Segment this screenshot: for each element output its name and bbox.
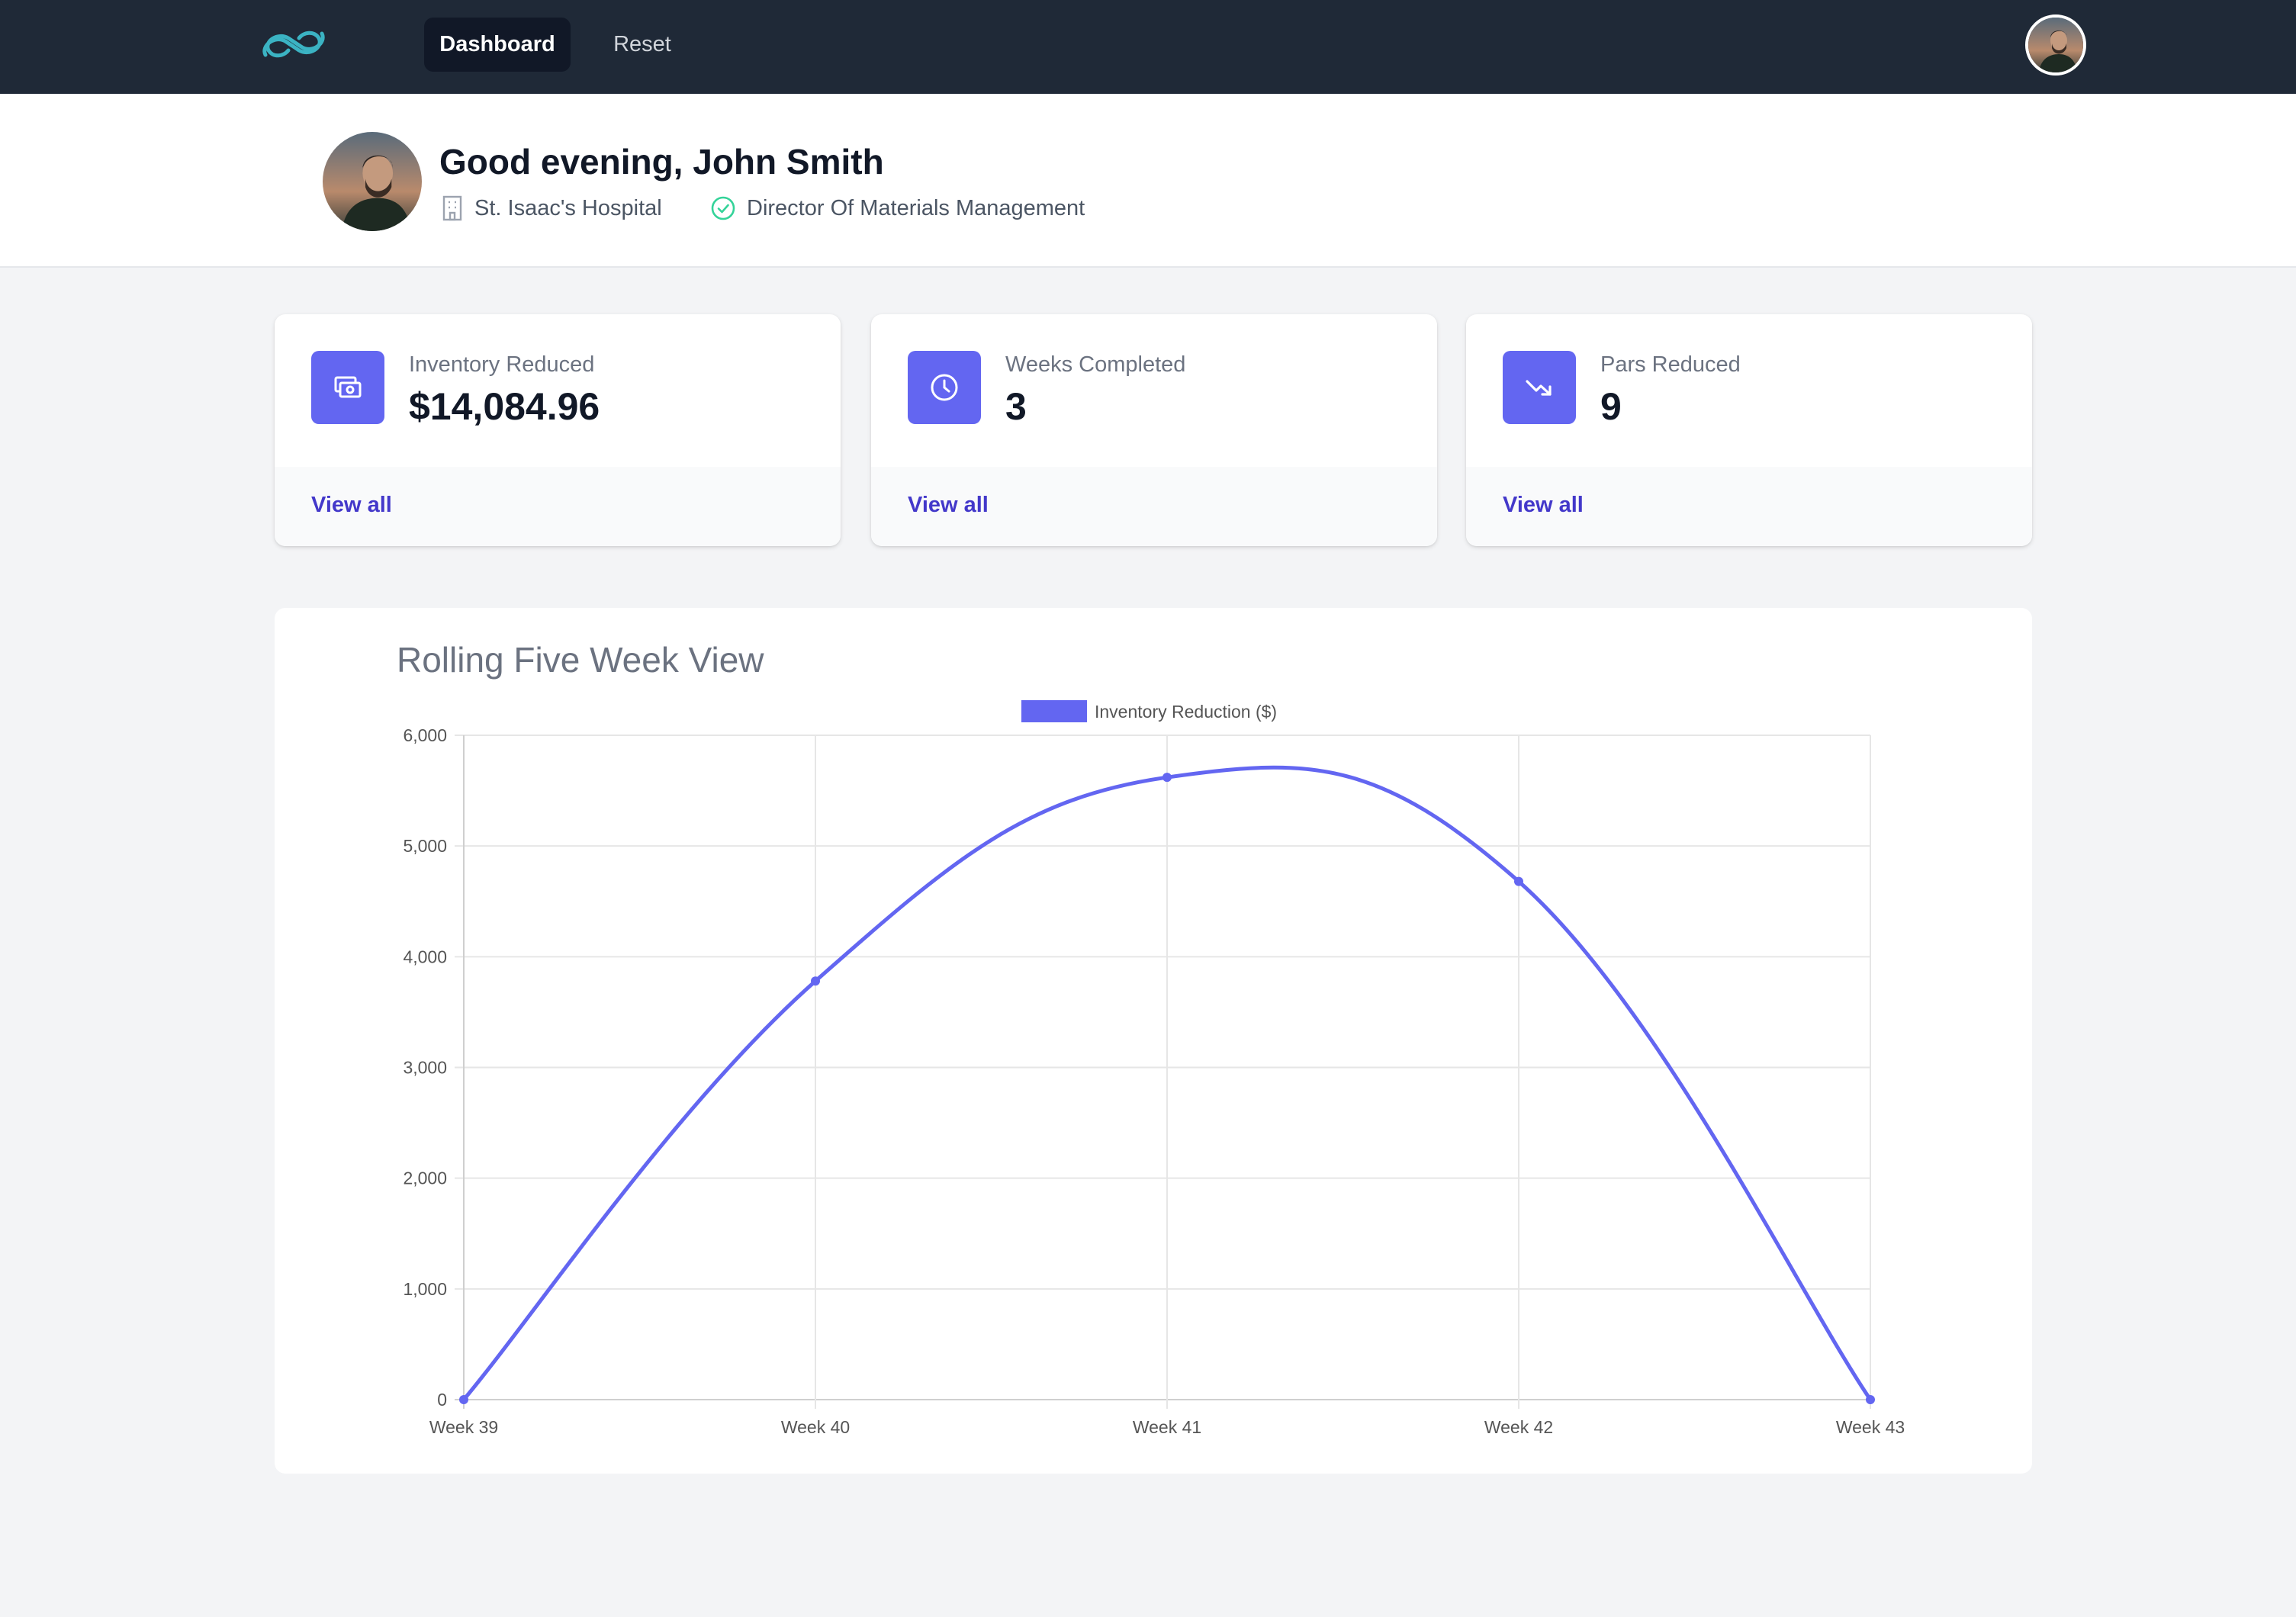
y-tick-label: 0 xyxy=(437,1390,447,1410)
y-tick-label: 5,000 xyxy=(403,836,447,856)
y-tick-label: 4,000 xyxy=(403,947,447,966)
y-tick-label: 1,000 xyxy=(403,1279,447,1299)
data-point xyxy=(1162,773,1172,783)
y-tick-label: 6,000 xyxy=(403,725,447,745)
data-point xyxy=(1514,876,1523,886)
legend-label: Inventory Reduction ($) xyxy=(1095,702,1277,722)
y-tick-label: 3,000 xyxy=(403,1058,447,1078)
data-point xyxy=(459,1395,468,1404)
x-tick-label: Week 41 xyxy=(1133,1417,1201,1437)
legend-swatch xyxy=(1021,700,1087,722)
x-tick-label: Week 40 xyxy=(781,1417,850,1437)
y-tick-label: 2,000 xyxy=(403,1169,447,1188)
x-tick-label: Week 43 xyxy=(1836,1417,1905,1437)
x-tick-label: Week 42 xyxy=(1484,1417,1553,1437)
line-chart: 0 1,000 2,000 3,000 4,000 5,000 6,000 Week 39 We… xyxy=(403,700,1905,1437)
data-point xyxy=(1866,1395,1875,1404)
x-tick-label: Week 39 xyxy=(429,1417,498,1437)
data-point xyxy=(811,976,820,986)
